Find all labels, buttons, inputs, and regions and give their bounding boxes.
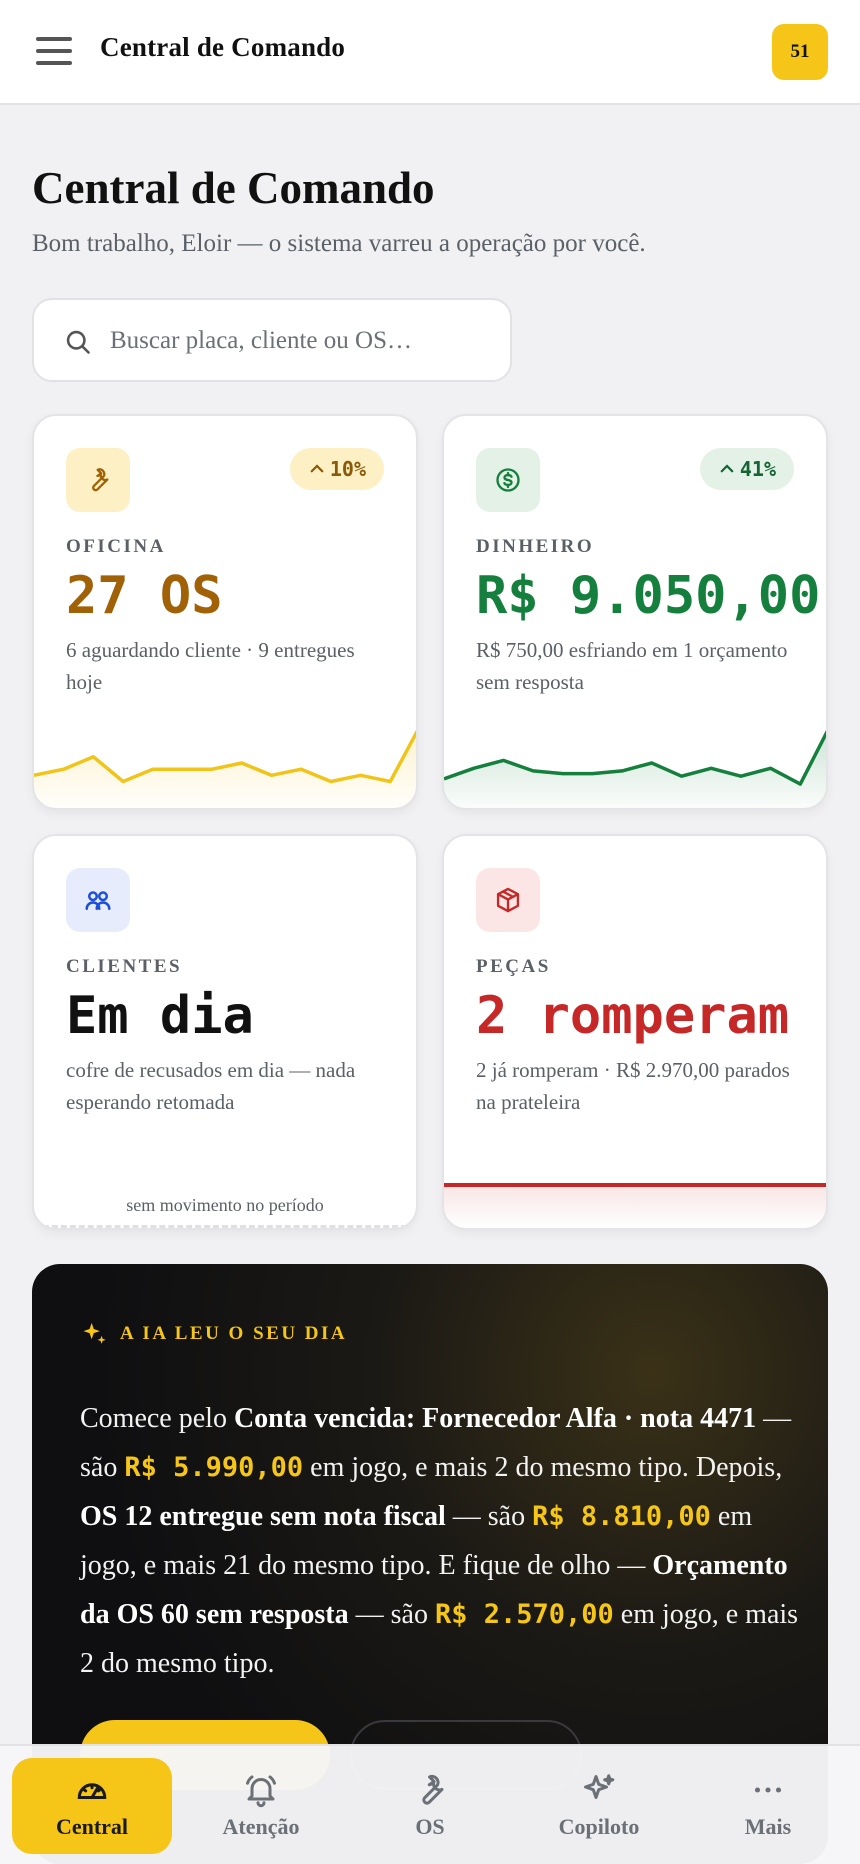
package-icon: [476, 868, 540, 932]
oficina-description: 6 aguardando cliente · 9 entregues hoje: [66, 638, 355, 694]
clientes-empty-line: [34, 1225, 416, 1228]
nav-label-copiloto: Copiloto: [558, 1814, 640, 1839]
pecas-alert-line: [444, 1183, 826, 1228]
ai-amount-3: R$ 2.570,00: [434, 1599, 614, 1630]
wrench-icon: [422, 1774, 444, 1805]
nav-item-mais[interactable]: Mais: [688, 1758, 848, 1854]
ai-amount-2: R$ 8.810,00: [532, 1501, 711, 1532]
dinheiro-description: R$ 750,00 esfriando em 1 orçamento sem r…: [476, 638, 788, 694]
oficina-card[interactable]: 10% OFICINA 27 OS 6 aguardando cliente ·…: [32, 414, 418, 810]
nav-label-central: Central: [55, 1814, 129, 1839]
page-title: Central de Comando: [32, 163, 435, 213]
dinheiro-trend-value: 41%: [739, 457, 776, 481]
pecas-card[interactable]: PEÇAS 2 romperam 2 já romperam · R$ 2.97…: [442, 834, 828, 1230]
menu-icon[interactable]: [36, 37, 72, 67]
ai-text-1: Comece pelo: [80, 1403, 234, 1434]
oficina-trend-badge: 10%: [289, 448, 384, 490]
pecas-label: PEÇAS: [476, 956, 551, 977]
users-icon: [66, 868, 130, 932]
dinheiro-card[interactable]: 41% DINHEIRO R$ 9.050,00 R$ 750,00 esfri…: [442, 414, 828, 810]
gauge-icon: [77, 1783, 107, 1799]
nav-item-copiloto[interactable]: Copiloto: [519, 1758, 679, 1854]
search-icon: [66, 330, 90, 354]
sparkles-icon: [83, 1322, 106, 1344]
page-subtitle: Bom trabalho, Eloir — o sistema varreu a…: [32, 230, 646, 257]
dinheiro-sparkline: [444, 729, 826, 808]
nav-item-central[interactable]: Central: [12, 1758, 172, 1854]
wrench-icon: [66, 448, 130, 512]
oficina-label: OFICINA: [66, 536, 166, 557]
ai-text-3: em jogo, e mais 2 do mesmo tipo. Depois,: [303, 1452, 783, 1483]
search-input[interactable]: [110, 318, 490, 364]
ai-summary-heading: A IA LEU O SEU DIA: [120, 1323, 348, 1344]
nav-label-atencao: Atenção: [222, 1814, 300, 1839]
dinheiro-label: DINHEIRO: [476, 536, 595, 557]
nav-item-atencao[interactable]: Atenção: [181, 1758, 341, 1854]
dinheiro-trend-badge: 41%: [699, 448, 794, 490]
pecas-description: 2 já romperam · R$ 2.970,00 parados na p…: [476, 1058, 790, 1114]
clientes-card[interactable]: CLIENTES Em dia cofre de recusados em di…: [32, 834, 418, 1230]
ai-amount-1: R$ 5.990,00: [124, 1452, 304, 1483]
sparkles-icon: [584, 1774, 615, 1799]
ai-summary-header: A IA LEU O SEU DIA: [80, 1320, 347, 1348]
bottom-nav: Central Atenção OS Copiloto Mais: [0, 1744, 860, 1864]
notification-badge[interactable]: 51: [772, 24, 828, 80]
nav-label-os: OS: [415, 1814, 445, 1839]
nav-item-os[interactable]: OS: [350, 1758, 510, 1854]
nav-label-mais: Mais: [744, 1814, 792, 1839]
oficina-sparkline: [34, 729, 416, 808]
clientes-empty-note: sem movimento no período: [126, 1195, 324, 1215]
ai-summary-text: Comece pelo Conta vencida: Fornecedor Al…: [80, 1394, 800, 1688]
bell-icon: [246, 1775, 276, 1808]
dollar-icon: [476, 448, 540, 512]
chevron-up-icon: [310, 464, 324, 473]
oficina-value: 27 OS: [66, 566, 223, 626]
clientes-description: cofre de recusados em dia — nada esperan…: [66, 1058, 356, 1114]
dinheiro-value: R$ 9.050,00: [476, 566, 821, 626]
more-icon: [754, 1787, 782, 1793]
ai-item-1[interactable]: Conta vencida: Fornecedor Alfa · nota 44…: [234, 1403, 756, 1434]
clientes-label: CLIENTES: [66, 956, 183, 977]
app-title: Central de Comando: [100, 32, 346, 62]
ai-text-6: — são: [348, 1599, 435, 1630]
ai-text-4: — são: [445, 1501, 533, 1532]
ai-item-2[interactable]: OS 12 entregue sem nota fiscal: [80, 1501, 446, 1532]
clientes-value: Em dia: [66, 986, 254, 1046]
search-box[interactable]: [32, 298, 512, 382]
top-bar: Central de Comando 51: [0, 0, 860, 105]
chevron-up-icon: [720, 464, 734, 473]
pecas-value: 2 romperam: [476, 986, 790, 1046]
oficina-trend-value: 10%: [329, 457, 366, 481]
